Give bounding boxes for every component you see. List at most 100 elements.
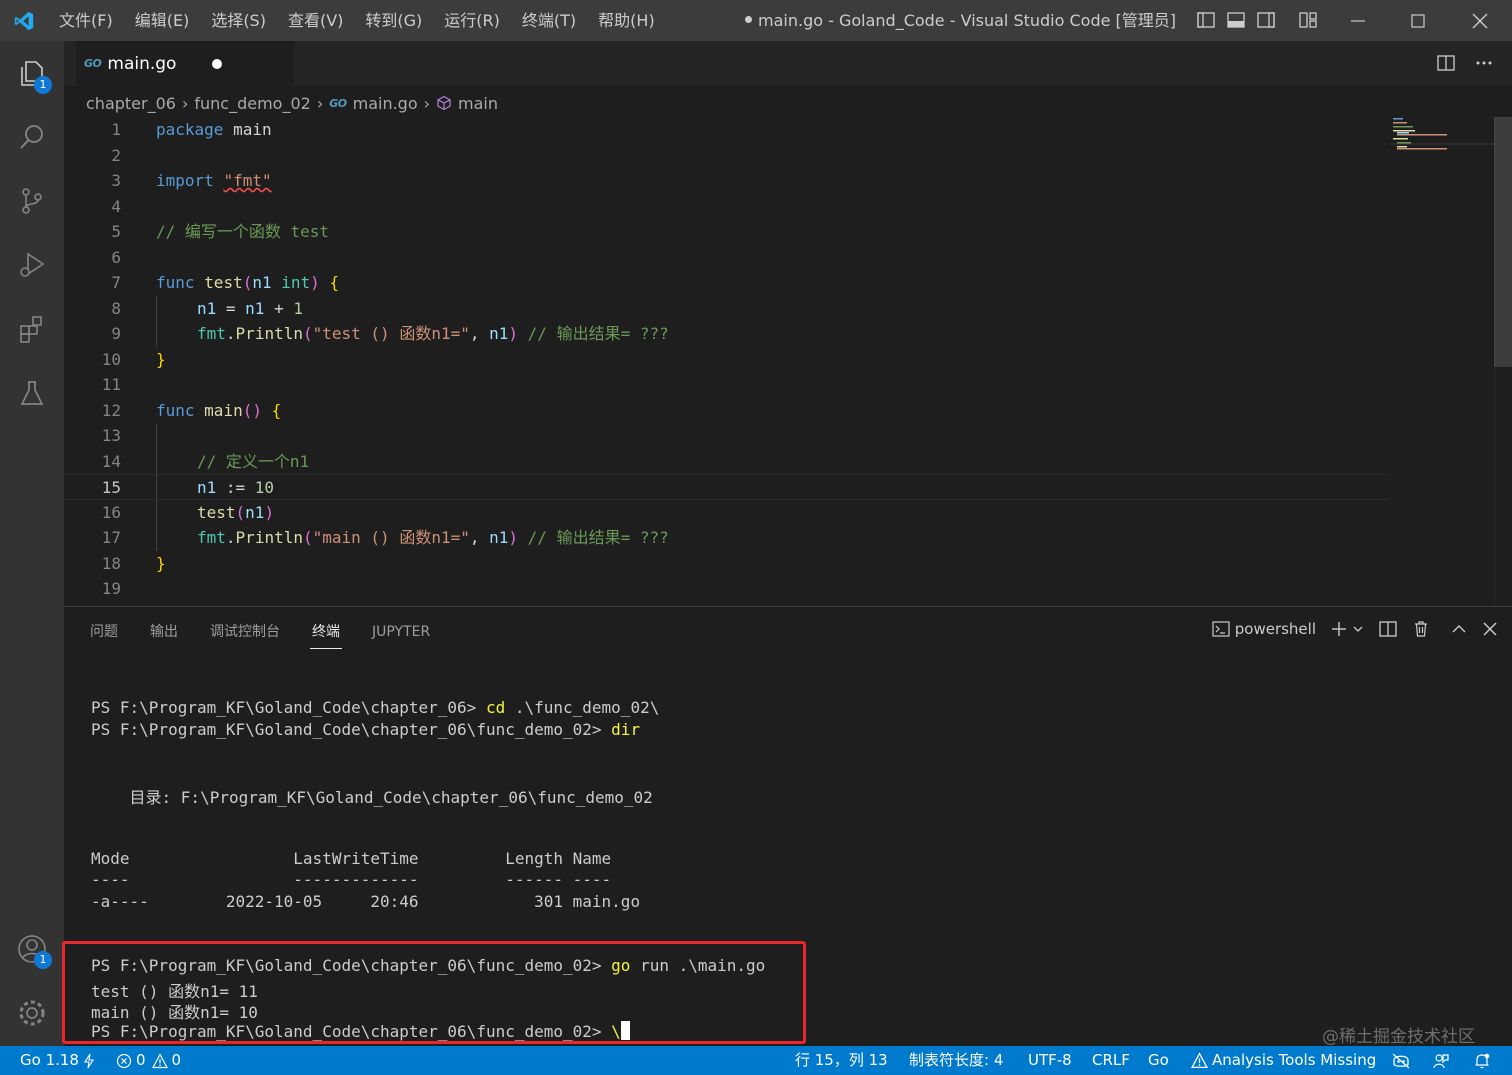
breadcrumb-folder-func-demo[interactable]: func_demo_02 bbox=[194, 94, 310, 113]
warning-icon bbox=[151, 1052, 168, 1068]
gear-icon bbox=[19, 1000, 45, 1026]
terminal-line: PS F:\Program_KF\Goland_Code\chapter_06\… bbox=[91, 720, 641, 739]
chevron-right-icon: › bbox=[181, 93, 189, 113]
problems-status[interactable]: 0 0 bbox=[116, 1046, 181, 1075]
copilot-disabled-icon bbox=[1392, 1053, 1410, 1068]
code-line: 18} bbox=[101, 553, 166, 573]
testing-button[interactable] bbox=[0, 361, 64, 425]
go-version-status[interactable]: Go 1.18 bbox=[20, 1046, 95, 1075]
menu-go[interactable]: 转到(G) bbox=[354, 0, 433, 41]
feedback-icon bbox=[1433, 1053, 1449, 1068]
manage-button[interactable] bbox=[0, 981, 64, 1045]
current-code-line: 15 n1 := 10 bbox=[64, 474, 1389, 500]
notifications-status[interactable] bbox=[1473, 1046, 1491, 1075]
close-window-button[interactable] bbox=[1450, 0, 1510, 41]
feedback-status[interactable] bbox=[1432, 1046, 1450, 1075]
terminal-icon bbox=[1212, 621, 1230, 637]
breadcrumb-file[interactable]: main.go bbox=[353, 94, 418, 113]
warning-icon bbox=[1191, 1052, 1208, 1069]
menu-help[interactable]: 帮助(H) bbox=[587, 0, 666, 41]
code-line: 14// 定义一个n1 bbox=[101, 451, 310, 471]
highlight-box bbox=[62, 941, 806, 1044]
split-editor-icon[interactable] bbox=[1436, 53, 1456, 73]
analysis-tools-status[interactable]: Analysis Tools Missing bbox=[1191, 1046, 1376, 1075]
editor-scrollbar-thumb[interactable] bbox=[1494, 117, 1512, 367]
vscode-logo-icon bbox=[0, 0, 48, 41]
maximize-icon bbox=[1411, 13, 1425, 28]
tab-output[interactable]: 输出 bbox=[150, 621, 178, 649]
language-status[interactable]: Go bbox=[1148, 1046, 1169, 1075]
indentation-status[interactable]: 制表符长度: 4 bbox=[909, 1046, 1003, 1075]
customize-layout-icon[interactable] bbox=[1298, 10, 1318, 30]
tab-jupyter[interactable]: JUPYTER bbox=[372, 621, 430, 649]
search-icon bbox=[20, 125, 43, 149]
window-title: main.go - Goland_Code - Visual Studio Co… bbox=[745, 0, 1176, 41]
minimize-icon bbox=[1351, 19, 1365, 22]
watermark: @稀土掘金技术社区 bbox=[1322, 1027, 1475, 1047]
menu-terminal[interactable]: 终端(T) bbox=[511, 0, 587, 41]
panel-actions: powershell bbox=[1211, 619, 1498, 639]
chevron-right-icon: › bbox=[423, 93, 431, 113]
toggle-secondary-sidebar-icon[interactable] bbox=[1256, 10, 1276, 30]
code-line: 6 bbox=[111, 247, 121, 267]
window-title-text: main.go - Goland_Code - Visual Studio Co… bbox=[758, 11, 1177, 30]
trash-icon[interactable] bbox=[1412, 620, 1430, 638]
toggle-sidebar-icon[interactable] bbox=[1196, 10, 1216, 30]
menu-run[interactable]: 运行(R) bbox=[433, 0, 511, 41]
run-debug-button[interactable] bbox=[0, 233, 64, 297]
extensions-button[interactable] bbox=[0, 297, 64, 361]
run-debug-icon bbox=[20, 252, 45, 277]
breadcrumb: chapter_06 › func_demo_02 › GO main.go ›… bbox=[86, 90, 498, 116]
menu-view[interactable]: 查看(V) bbox=[277, 0, 354, 41]
activity-bar: 1 1 bbox=[0, 41, 64, 1046]
chevron-right-icon: › bbox=[316, 93, 324, 113]
code-line: 12 func main() { bbox=[101, 400, 282, 420]
tab-problems[interactable]: 问题 bbox=[90, 621, 118, 649]
close-panel-icon[interactable] bbox=[1482, 621, 1498, 637]
tab-terminal[interactable]: 终端 bbox=[310, 621, 342, 649]
menu-selection[interactable]: 选择(S) bbox=[200, 0, 277, 41]
cursor-position-status[interactable]: 行 15，列 13 bbox=[795, 1046, 888, 1075]
maximize-button[interactable] bbox=[1388, 0, 1448, 41]
menu-file[interactable]: 文件(F) bbox=[48, 0, 124, 41]
tab-debug-console[interactable]: 调试控制台 bbox=[210, 621, 280, 649]
editor-actions bbox=[1436, 53, 1494, 73]
encoding-status[interactable]: UTF-8 bbox=[1028, 1046, 1072, 1075]
tab-main-go[interactable]: GO main.go bbox=[76, 41, 294, 86]
title-bar: 文件(F) 编辑(E) 选择(S) 查看(V) 转到(G) 运行(R) 终端(T… bbox=[0, 0, 1512, 41]
terminal-line: PS F:\Program_KF\Goland_Code\chapter_06>… bbox=[91, 698, 660, 717]
accounts-button[interactable]: 1 bbox=[0, 917, 64, 981]
new-terminal-icon[interactable] bbox=[1330, 620, 1348, 638]
eol-status[interactable]: CRLF bbox=[1092, 1046, 1130, 1075]
code-line: 1 package main bbox=[111, 120, 272, 139]
terminal-shell-label[interactable]: powershell bbox=[1235, 620, 1316, 638]
code-line: 5// 编写一个函数 test bbox=[111, 222, 330, 241]
minimize-button[interactable] bbox=[1328, 0, 1388, 41]
code-editor[interactable]: 1 package main 2 3 import "fmt" 4 5// 编写一个… bbox=[64, 117, 1389, 605]
code-line: 11 bbox=[101, 375, 121, 394]
code-line: 8 n1 = n1 + 1 bbox=[111, 298, 303, 318]
layout-controls bbox=[1196, 10, 1318, 30]
copilot-status[interactable] bbox=[1391, 1046, 1411, 1075]
explorer-button[interactable]: 1 bbox=[0, 41, 64, 105]
code-line: 9 fmt.Println("test () 函数n1=", n1) // 输出结… bbox=[111, 324, 669, 343]
code-line: 17 fmt.Println("main () 函数n1=", n1) // 输出… bbox=[101, 528, 669, 547]
code-line: 13 bbox=[101, 426, 121, 445]
terminal-line: Mode LastWriteTime Length Name bbox=[91, 849, 612, 868]
chevron-down-icon[interactable] bbox=[1352, 623, 1364, 635]
unsaved-indicator-icon[interactable] bbox=[212, 59, 222, 69]
breadcrumb-symbol[interactable]: main bbox=[458, 94, 498, 113]
flask-icon bbox=[20, 381, 44, 405]
source-control-button[interactable] bbox=[0, 169, 64, 233]
toggle-panel-icon[interactable] bbox=[1226, 10, 1246, 30]
more-actions-icon[interactable] bbox=[1474, 53, 1494, 73]
editor-tabs: GO main.go bbox=[64, 41, 1512, 86]
menu-edit[interactable]: 编辑(E) bbox=[124, 0, 201, 41]
search-button[interactable] bbox=[0, 105, 64, 169]
chevron-up-icon[interactable] bbox=[1450, 620, 1468, 638]
lightning-icon bbox=[83, 1053, 94, 1068]
minimap[interactable] bbox=[1390, 117, 1495, 605]
breadcrumb-folder-chapter[interactable]: chapter_06 bbox=[86, 94, 176, 113]
split-terminal-icon[interactable] bbox=[1378, 619, 1398, 639]
unsaved-dot-icon bbox=[745, 16, 752, 23]
